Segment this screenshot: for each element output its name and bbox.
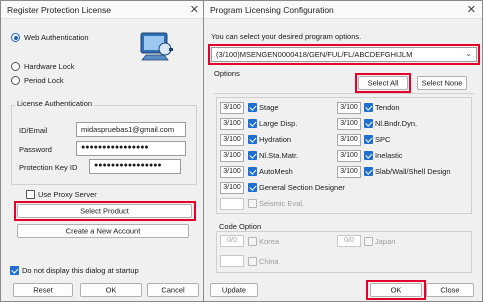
option-large-disp-checkbox[interactable] [248, 119, 257, 128]
select-product-label: Select Product [80, 206, 129, 216]
ok-button[interactable]: OK [370, 283, 422, 297]
version-box: 3/100 [220, 118, 244, 130]
license-group-title: License Authentication [15, 99, 95, 108]
version-box: 3/100 [220, 134, 244, 146]
select-all-button[interactable]: Select All [358, 76, 408, 90]
period-lock-label: Period Lock [24, 76, 64, 85]
ok-label: OK [105, 285, 117, 295]
option-large-disp-label: Large Disp. [259, 119, 298, 128]
dont-display-checkbox[interactable] [10, 266, 19, 275]
option-nl-sta-matr-label: Nl.Sta.Matr. [259, 151, 299, 160]
code-japan-label: Japan [375, 237, 396, 246]
version-box: 3/100 [337, 134, 361, 146]
protection-key-field[interactable]: ●●●●●●●●●●●●●●●● [89, 159, 181, 174]
id-email-field[interactable]: midaspruebas1@gmail.com [76, 122, 186, 137]
select-all-label: Select All [367, 78, 399, 88]
close-label: Close [440, 285, 460, 295]
version-box: 3/100 [220, 102, 244, 114]
option-spc-label: SPC [375, 135, 391, 144]
code-korea-checkbox [248, 237, 257, 246]
version-box [220, 255, 244, 267]
select-none-button[interactable]: Select None [417, 76, 467, 90]
version-box: 3/100 [337, 102, 361, 114]
license-logo-icon [138, 29, 174, 63]
option-automesh-label: AutoMesh [259, 167, 293, 176]
web-auth-label: Web Authentication [24, 33, 89, 42]
hint-text: You can select your desired program opti… [211, 32, 362, 41]
option-nl-sta-matr-checkbox[interactable] [248, 151, 257, 160]
reset-button[interactable]: Reset [13, 283, 73, 297]
option-hydration-label: Hydration [259, 135, 292, 144]
version-box: 3/100 [337, 166, 361, 178]
version-box: 3/100 [337, 150, 361, 162]
close-button[interactable]: Close [426, 283, 474, 297]
reset-label: Reset [33, 285, 53, 295]
cancel-label: Cancel [161, 285, 185, 295]
option-inelastic-label: Inelastic [375, 151, 403, 160]
version-box: 0/0 [220, 235, 244, 247]
register-license-dialog: Register Protection License ✕ Web Authen… [0, 0, 206, 302]
hardware-lock-label: Hardware Lock [24, 62, 75, 71]
dialog-title: Register Protection License [7, 5, 111, 15]
select-none-label: Select None [421, 78, 463, 88]
protection-key-label: Protection Key ID [19, 163, 78, 172]
use-proxy-checkbox[interactable] [26, 190, 35, 199]
version-box: 3/100 [220, 166, 244, 178]
radio-hardware-lock[interactable] [11, 62, 20, 71]
option-gsd-label: General Section Designer [259, 183, 345, 192]
create-account-button[interactable]: Create a New Account [17, 224, 189, 238]
option-seismic-eval-checkbox [248, 199, 257, 208]
id-label: ID/Email [19, 126, 48, 135]
option-stage-checkbox[interactable] [248, 103, 257, 112]
password-field[interactable]: ●●●●●●●●●●●●●●●● [76, 141, 186, 156]
option-inelastic-checkbox[interactable] [364, 151, 373, 160]
option-nl-bndr-dyn-checkbox[interactable] [364, 119, 373, 128]
code-option-title: Code Option [219, 222, 262, 231]
code-korea-label: Korea [259, 237, 280, 246]
program-licensing-dialog: Program Licensing Configuration ✕ You ca… [203, 0, 483, 302]
options-divider [214, 93, 474, 94]
close-icon[interactable]: ✕ [467, 3, 476, 16]
version-box: 3/100 [220, 150, 244, 162]
version-box: 3/100 [220, 182, 244, 194]
use-proxy-label: Use Proxy Server [38, 190, 97, 199]
option-slab-wall-shell-label: Slab/Wall/Shell Design [375, 167, 451, 176]
cancel-button[interactable]: Cancel [147, 283, 199, 297]
title-bar: Register Protection License ✕ [1, 1, 205, 19]
create-account-label: Create a New Account [65, 226, 141, 236]
radio-period-lock[interactable] [11, 76, 20, 85]
option-nl-bndr-dyn-label: Nl.Bndr.Dyn. [375, 119, 418, 128]
dialog-title: Program Licensing Configuration [210, 5, 334, 15]
options-title: Options [214, 69, 240, 78]
version-box: 3/100 [337, 118, 361, 130]
version-box: 0/0 [337, 235, 361, 247]
ok-button[interactable]: OK [80, 283, 142, 297]
option-automesh-checkbox[interactable] [248, 167, 257, 176]
code-china-checkbox [248, 257, 257, 266]
option-tendon-checkbox[interactable] [364, 103, 373, 112]
option-spc-checkbox[interactable] [364, 135, 373, 144]
option-tendon-label: Tendon [375, 103, 400, 112]
option-slab-wall-shell-checkbox[interactable] [364, 167, 373, 176]
ok-label: OK [390, 285, 402, 295]
code-japan-checkbox [364, 237, 373, 246]
select-product-button[interactable]: Select Product [17, 204, 192, 218]
option-gsd-checkbox[interactable] [248, 183, 257, 192]
option-stage-label: Stage [259, 103, 279, 112]
close-icon[interactable]: ✕ [190, 3, 199, 16]
option-seismic-eval-label: Seismic Eval. [259, 199, 305, 208]
update-button[interactable]: Update [210, 283, 258, 297]
license-dropdown[interactable]: (3/100)MSENGEN0000418/GEN/FUL/FL/ABCDEFG… [211, 47, 477, 62]
option-hydration-checkbox[interactable] [248, 135, 257, 144]
version-box [220, 198, 244, 210]
update-label: Update [221, 285, 247, 295]
code-china-label: China [259, 257, 279, 266]
dont-display-label: Do not display this dialog at startup [22, 266, 139, 275]
license-dropdown-value: (3/100)MSENGEN0000418/GEN/FUL/FL/ABCDEFG… [216, 50, 413, 59]
radio-web-auth[interactable] [11, 33, 20, 42]
title-bar: Program Licensing Configuration ✕ [204, 1, 482, 19]
chevron-down-icon: ⌄ [465, 49, 472, 58]
password-label: Password [19, 145, 52, 154]
